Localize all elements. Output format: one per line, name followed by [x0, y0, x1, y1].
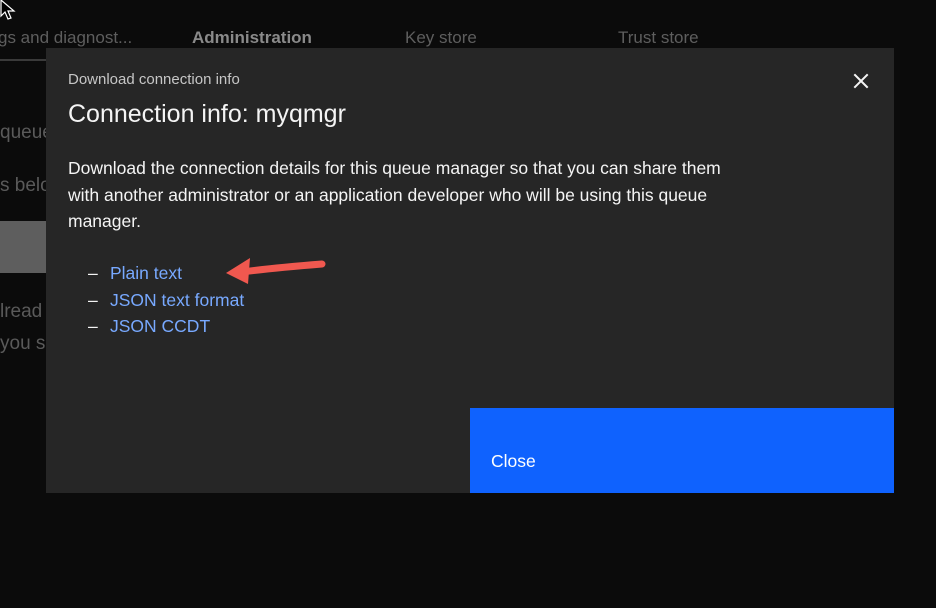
list-item: – Plain text [88, 260, 244, 287]
background-text-fragment: s belo [0, 175, 51, 196]
tab-key-store[interactable]: Key store [405, 28, 477, 48]
list-item: – JSON text format [88, 287, 244, 314]
tab-trust-store[interactable]: Trust store [618, 28, 699, 48]
download-format-list: – Plain text – JSON text format – JSON CCDT [88, 260, 244, 340]
json-text-format-link[interactable]: JSON text format [110, 290, 244, 310]
list-marker: – [88, 316, 98, 336]
tab-administration[interactable]: Administration [192, 28, 312, 48]
close-icon[interactable] [850, 70, 872, 92]
background-text-fragment: you s [0, 333, 46, 354]
background-text-fragment: queue [0, 122, 53, 143]
list-marker: – [88, 289, 98, 310]
modal-description: Download the connection details for this… [68, 158, 721, 231]
connection-info-modal: Download connection info Connection info… [46, 48, 894, 493]
modal-title: Connection info: myqmgr [68, 100, 346, 128]
modal-label: Download connection info [68, 71, 240, 88]
list-marker: – [88, 263, 98, 283]
background-button [0, 221, 46, 273]
close-button[interactable]: Close [470, 408, 894, 493]
plain-text-link[interactable]: Plain text [110, 263, 182, 283]
background-text-fragment: lread [0, 301, 43, 322]
json-ccdt-link[interactable]: JSON CCDT [110, 316, 210, 336]
list-item: – JSON CCDT [88, 313, 244, 340]
page: gs and diagnost... Administration Key st… [0, 0, 936, 608]
tab-logs-and-diagnostics[interactable]: gs and diagnost... [0, 28, 132, 48]
mouse-cursor-icon [0, 0, 16, 20]
red-arrow-annotation [226, 258, 326, 284]
